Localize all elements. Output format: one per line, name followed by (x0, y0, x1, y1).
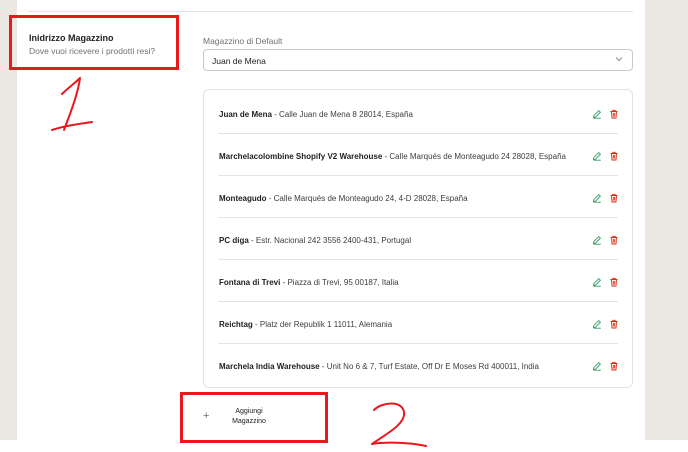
warehouse-address: - Unit No 6 & 7, Turf Estate, Off Dr E M… (319, 362, 539, 371)
warehouse-name: PC diga (219, 236, 249, 245)
warehouse-row: Marchelacolombine Shopify V2 Warehouse -… (218, 134, 618, 176)
warehouse-name: Fontana di Trevi (219, 278, 281, 287)
warehouse-row: Fontana di Trevi - Piazza di Trevi, 95 0… (218, 260, 618, 302)
warehouse-address: - Platz der Republik 1 11011, Alemania (252, 320, 393, 329)
pencil-icon[interactable] (592, 235, 602, 245)
page-background-right (645, 0, 688, 440)
warehouse-row: Juan de Mena - Calle Juan de Mena 8 2801… (218, 92, 618, 134)
pencil-icon[interactable] (592, 361, 602, 371)
warehouse-row: PC diga - Estr. Nacional 242 3556 2400-4… (218, 218, 618, 260)
annotation-number-2 (371, 402, 427, 447)
warehouse-name: Reichtag (219, 320, 253, 329)
warehouse-address: - Calle Marqués de Monteagudo 24, 4-D 28… (266, 194, 468, 203)
warehouse-address: - Piazza di Trevi, 95 00187, Italia (280, 278, 399, 287)
trash-icon[interactable] (609, 319, 619, 329)
warehouse-name: Monteagudo (219, 194, 267, 203)
top-divider (28, 11, 633, 12)
warehouse-name: Marchela India Warehouse (219, 362, 320, 371)
warehouse-row: Monteagudo - Calle Marqués de Monteagudo… (218, 176, 618, 218)
default-warehouse-label: Magazzino di Default (203, 36, 283, 46)
trash-icon[interactable] (609, 109, 619, 119)
trash-icon[interactable] (609, 361, 619, 371)
warehouse-name: Juan de Mena (219, 110, 272, 119)
warehouse-row: Marchela India Warehouse - Unit No 6 & 7… (218, 344, 618, 386)
page-bottom (0, 440, 688, 452)
annotation-highlight-1 (9, 15, 179, 70)
default-warehouse-value: Juan de Mena (212, 56, 266, 66)
trash-icon[interactable] (609, 277, 619, 287)
pencil-icon[interactable] (592, 193, 602, 203)
warehouse-row: Reichtag - Platz der Republik 1 11011, A… (218, 302, 618, 344)
warehouse-address: - Estr. Nacional 242 3556 2400-431, Port… (248, 236, 412, 245)
annotation-highlight-2 (180, 392, 328, 443)
warehouse-list: Juan de Mena - Calle Juan de Mena 8 2801… (203, 89, 633, 388)
warehouse-address: - Calle Marqués de Monteagudo 24 28028, … (382, 152, 566, 161)
warehouse-name: Marchelacolombine Shopify V2 Warehouse (219, 152, 383, 161)
trash-icon[interactable] (609, 235, 619, 245)
trash-icon[interactable] (609, 193, 619, 203)
warehouse-address: - Calle Juan de Mena 8 28014, España (271, 110, 413, 119)
pencil-icon[interactable] (592, 277, 602, 287)
pencil-icon[interactable] (592, 109, 602, 119)
annotation-number-1 (51, 77, 93, 131)
default-warehouse-select[interactable]: Juan de Mena (203, 49, 633, 71)
trash-icon[interactable] (609, 151, 619, 161)
chevron-down-icon (615, 57, 623, 62)
pencil-icon[interactable] (592, 319, 602, 329)
pencil-icon[interactable] (592, 151, 602, 161)
